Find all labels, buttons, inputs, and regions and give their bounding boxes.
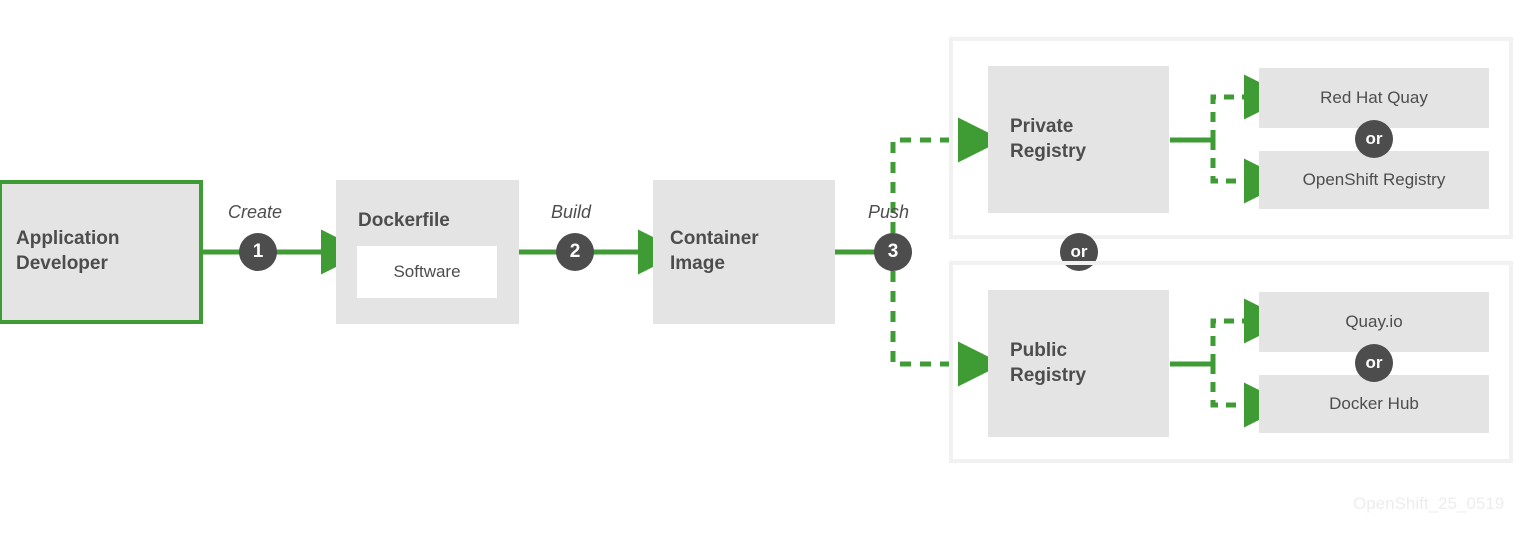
node-private-registry-label: Private Registry bbox=[1010, 116, 1087, 162]
or-badge-public-targets: or bbox=[1355, 344, 1393, 382]
step-label-create: Create bbox=[228, 202, 283, 222]
node-dockerfile-label: Dockerfile bbox=[358, 210, 450, 231]
target-quay-io[interactable]: Quay.io bbox=[1259, 292, 1489, 352]
node-container-image-label: Container Image bbox=[670, 228, 759, 274]
step-label-build: Build bbox=[551, 202, 592, 222]
step-circle-2[interactable]: 2 bbox=[556, 233, 594, 271]
node-application-developer-label: Application Developer bbox=[16, 228, 120, 274]
target-red-hat-quay[interactable]: Red Hat Quay bbox=[1259, 68, 1489, 128]
node-dockerfile-software-box: Software bbox=[357, 246, 497, 298]
node-public-registry-label: Public Registry bbox=[1010, 340, 1087, 386]
target-docker-hub[interactable]: Docker Hub bbox=[1259, 375, 1489, 433]
target-openshift-registry[interactable]: OpenShift Registry bbox=[1259, 151, 1489, 209]
step-circle-1[interactable]: 1 bbox=[239, 233, 277, 271]
or-badge-private-targets: or bbox=[1355, 120, 1393, 158]
step-label-push: Push bbox=[868, 202, 910, 222]
diagram-canvas: Application Developer Dockerfile Softwar… bbox=[0, 0, 1520, 545]
footer-document-id: OpenShift_25_0519 bbox=[1353, 494, 1505, 513]
step-circle-3[interactable]: 3 bbox=[874, 233, 912, 271]
